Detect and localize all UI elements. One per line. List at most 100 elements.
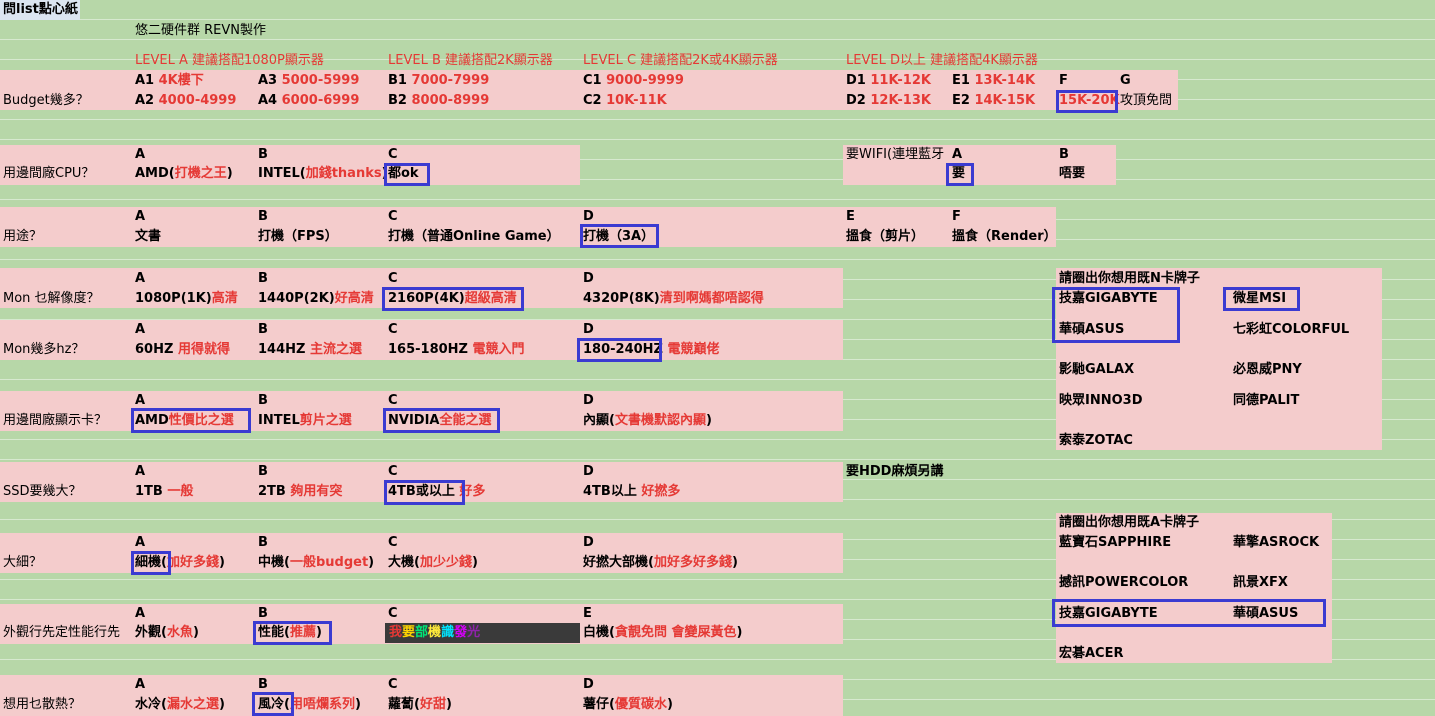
look-a-option[interactable]: 外觀(水魚) xyxy=(135,624,199,642)
budget-question: Budget幾多？ xyxy=(3,93,89,108)
selection-mark xyxy=(131,408,251,433)
cool-c-option[interactable]: 蘿蔔(好甜) xyxy=(388,696,452,714)
wifi-b-option[interactable]: 唔要 xyxy=(1059,165,1085,183)
rgb-char: 機 xyxy=(428,625,442,640)
abrand-question: 請圈出你想用既A卡牌子 xyxy=(1059,515,1200,530)
budget-d1[interactable]: D1 11K-12K xyxy=(846,72,931,90)
look-c-code: C xyxy=(388,606,398,621)
hz-a-option[interactable]: 60HZ 用得就得 xyxy=(135,341,230,359)
size-d-code: D xyxy=(583,535,594,550)
nbrand-item[interactable]: 索泰ZOTAC xyxy=(1059,432,1133,450)
selection-mark xyxy=(252,692,294,716)
nbrand-item[interactable]: 同德PALIT xyxy=(1233,392,1299,410)
cool-d-code: D xyxy=(583,677,594,692)
size-question: 大細？ xyxy=(3,555,43,570)
cool-d-option[interactable]: 薯仔(優質碳水) xyxy=(583,696,673,714)
budget-c2[interactable]: C2 10K-11K xyxy=(583,92,667,110)
budget-a1[interactable]: A1 4K樓下 xyxy=(135,72,204,90)
cpu-b-option[interactable]: INTEL(加錢thanks) xyxy=(258,165,388,183)
ssd-b-option[interactable]: 2TB 夠用有突 xyxy=(258,483,342,501)
res-a-option[interactable]: 1080P(1K)高清 xyxy=(135,290,238,308)
nbrand-question: 請圈出你想用既N卡牌子 xyxy=(1059,271,1200,286)
res-a-code: A xyxy=(135,271,146,286)
look-e-option[interactable]: 白機(貪靚免問 會變屎黃色) xyxy=(583,624,742,642)
wifi-b-code: B xyxy=(1059,147,1069,162)
rgb-char: 要 xyxy=(402,625,416,640)
budget-b1[interactable]: B1 7000-7999 xyxy=(388,72,489,90)
use-a-code: A xyxy=(135,209,146,224)
res-d-option[interactable]: 4320P(8K)清到啊媽都唔認得 xyxy=(583,290,764,308)
hz-a-code: A xyxy=(135,322,146,337)
rgb-char: 發 xyxy=(454,625,468,640)
rgb-char: 識 xyxy=(441,625,455,640)
rgb-char: 光 xyxy=(467,625,481,640)
use-question: 用途？ xyxy=(3,229,43,244)
ssd-d-option[interactable]: 4TB以上 好撚多 xyxy=(583,483,680,501)
budget-a2[interactable]: A2 4000-4999 xyxy=(135,92,236,110)
cpu-c-code: C xyxy=(388,147,398,162)
hdd-note: 要HDD麻煩另講 xyxy=(846,464,944,479)
ssd-a-option[interactable]: 1TB 一般 xyxy=(135,483,193,501)
budget-e1[interactable]: E1 13K-14K xyxy=(952,72,1035,90)
size-c-code: C xyxy=(388,535,398,550)
budget-a3[interactable]: A3 5000-5999 xyxy=(258,72,359,90)
nbrand-item[interactable]: 七彩虹COLORFUL xyxy=(1233,321,1349,339)
abrand-item[interactable]: 撼訊POWERCOLOR xyxy=(1059,574,1188,592)
ssd-question: SSD要幾大？ xyxy=(3,484,82,499)
budget-g-value[interactable]: 攻頂免問 xyxy=(1120,92,1172,110)
hz-b-option[interactable]: 144HZ 主流之選 xyxy=(258,341,362,359)
res-b-option[interactable]: 1440P(2K)好高清 xyxy=(258,290,374,308)
hz-question: Mon幾多hz？ xyxy=(3,342,85,357)
level-d: LEVEL D以上 建議搭配4K顯示器 xyxy=(846,53,1038,68)
abrand-item[interactable]: 訊景XFX xyxy=(1233,574,1288,592)
cpu-b-code: B xyxy=(258,147,268,162)
use-c-option[interactable]: 打機（普通Online Game） xyxy=(388,228,560,246)
size-d-option[interactable]: 好撚大部機(加好多好多錢) xyxy=(583,554,738,572)
gpu-d-code: D xyxy=(583,393,594,408)
use-e-option[interactable]: 搵食（剪片） xyxy=(846,228,924,246)
cpu-a-option[interactable]: AMD(打機之王) xyxy=(135,165,233,183)
size-b-code: B xyxy=(258,535,268,550)
nbrand-item[interactable]: 影馳GALAX xyxy=(1059,361,1134,379)
selection-mark xyxy=(577,338,662,362)
level-b: LEVEL B 建議搭配2K顯示器 xyxy=(388,53,553,68)
hz-c-option[interactable]: 165-180HZ 電競入門 xyxy=(388,341,525,359)
use-b-option[interactable]: 打機（FPS） xyxy=(258,228,338,246)
abrand-item[interactable]: 藍寶石SAPPHIRE xyxy=(1059,534,1171,552)
gpu-b-code: B xyxy=(258,393,268,408)
budget-c1[interactable]: C1 9000-9999 xyxy=(583,72,684,90)
selection-mark xyxy=(1056,90,1118,113)
selection-mark xyxy=(384,480,465,505)
ssd-d-code: D xyxy=(583,464,594,479)
sheet-title: 問list點心紙 xyxy=(0,0,80,20)
cool-c-code: C xyxy=(388,677,398,692)
ssd-b-code: B xyxy=(258,464,268,479)
cool-question: 想用乜散熱？ xyxy=(3,697,82,712)
res-question: Mon 乜解像度？ xyxy=(3,291,100,306)
level-c: LEVEL C 建議搭配2K或4K顯示器 xyxy=(583,53,778,68)
look-c-option-rgb[interactable]: 我要部機識發光 xyxy=(385,623,580,643)
use-f-option[interactable]: 搵食（Render） xyxy=(952,228,1057,246)
budget-a4[interactable]: A4 6000-6999 xyxy=(258,92,359,110)
budget-b2[interactable]: B2 8000-8999 xyxy=(388,92,489,110)
use-a-option[interactable]: 文書 xyxy=(135,228,161,246)
gpu-b-option[interactable]: INTEL剪片之選 xyxy=(258,412,352,430)
cpu-question: 用邊間廠CPU？ xyxy=(3,166,95,181)
selection-mark xyxy=(253,621,332,645)
selection-mark xyxy=(382,287,524,311)
size-c-option[interactable]: 大機(加少少錢) xyxy=(388,554,478,572)
nbrand-item[interactable]: 映眾INNO3D xyxy=(1059,392,1143,410)
abrand-item[interactable]: 宏碁ACER xyxy=(1059,645,1124,663)
hz-c-code: C xyxy=(388,322,398,337)
hz-d-code: D xyxy=(583,322,594,337)
gpu-d-option[interactable]: 內顯(文書機默認內顯) xyxy=(583,412,712,430)
selection-mark xyxy=(580,224,659,248)
budget-d2[interactable]: D2 12K-13K xyxy=(846,92,931,110)
budget-e2[interactable]: E2 14K-15K xyxy=(952,92,1035,110)
use-e-code: E xyxy=(846,209,855,224)
size-b-option[interactable]: 中機(一般budget) xyxy=(258,554,374,572)
wifi-question: 要WIFI(連埋藍牙 xyxy=(846,147,945,162)
cool-a-option[interactable]: 水冷(漏水之選) xyxy=(135,696,225,714)
abrand-item[interactable]: 華擎ASROCK xyxy=(1233,534,1319,552)
nbrand-item[interactable]: 必恩威PNY xyxy=(1233,361,1302,379)
